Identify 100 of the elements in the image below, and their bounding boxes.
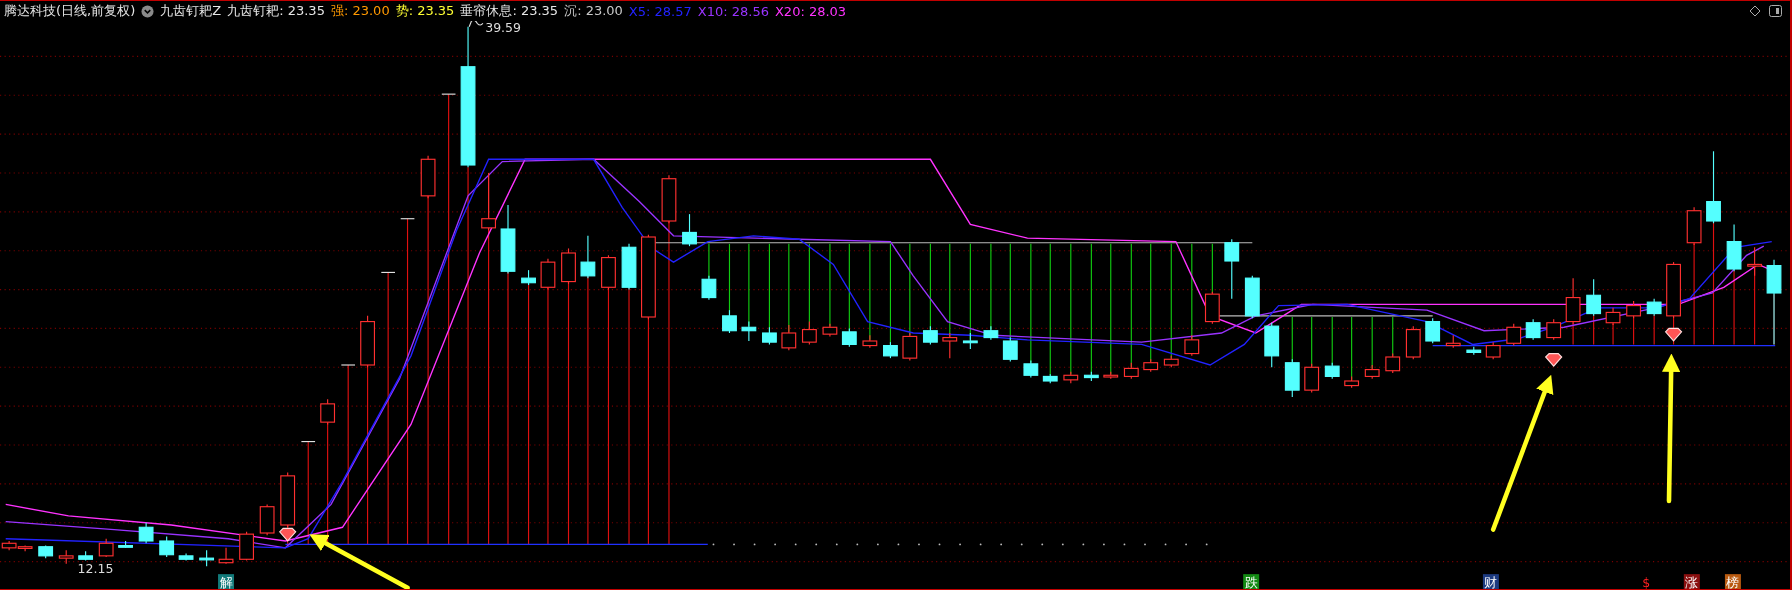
event-marker[interactable]: 榜	[1724, 574, 1741, 589]
diamond-icon[interactable]	[1749, 5, 1761, 17]
candlestick	[922, 325, 938, 345]
candlestick	[1726, 223, 1742, 272]
candlestick	[1344, 375, 1360, 389]
indicator-value: X20: 28.03	[774, 3, 847, 19]
indicator-bar	[1593, 314, 1595, 345]
candlestick	[1063, 371, 1079, 384]
candlestick	[1023, 359, 1039, 379]
candlestick	[500, 204, 516, 275]
candlestick	[1385, 353, 1401, 374]
candlestick	[1525, 318, 1541, 341]
candlestick	[822, 323, 838, 337]
candlestick	[320, 398, 336, 425]
candlestick	[580, 235, 596, 279]
candlestick	[1002, 337, 1018, 363]
candlestick	[1405, 325, 1421, 360]
candlestick	[962, 332, 978, 350]
candlestick	[280, 471, 296, 528]
candlestick	[621, 243, 637, 291]
candlestick	[239, 531, 254, 561]
candlestick	[983, 325, 999, 341]
event-marker[interactable]: 跌	[1243, 574, 1260, 589]
candlestick	[481, 172, 496, 231]
low-price-label: 12.15	[77, 561, 114, 576]
indicator-bar	[1392, 316, 1394, 357]
candlestick	[218, 547, 234, 565]
candlestick	[741, 321, 757, 342]
indicator-bar	[1211, 243, 1213, 294]
event-marker[interactable]: 涨	[1683, 574, 1700, 589]
indicator-cap	[441, 93, 457, 95]
indicator-value: 势: 23.35	[395, 2, 455, 20]
gem-icon	[1664, 327, 1683, 342]
candlestick	[1324, 362, 1340, 380]
candlestick	[138, 522, 154, 544]
candlestick	[1364, 364, 1380, 380]
candlestick	[1445, 334, 1461, 349]
candlestick	[1546, 318, 1562, 341]
indicator-value: 沉: 23.00	[564, 2, 623, 20]
candlestick	[1747, 246, 1763, 277]
candlestick	[841, 327, 857, 348]
candlestick	[1163, 355, 1179, 368]
candlestick	[1506, 323, 1522, 347]
candlestick	[1042, 373, 1058, 384]
indicator-value: X5: 28.57	[628, 3, 692, 19]
candlestick	[801, 321, 817, 345]
event-marker[interactable]: 解	[218, 574, 234, 589]
candlestick	[420, 155, 436, 199]
indicator-bar	[1653, 314, 1655, 345]
candlestick	[781, 324, 797, 351]
indicator-bar	[1612, 323, 1614, 345]
event-marker[interactable]: $	[1642, 574, 1651, 589]
candlestick	[1565, 277, 1581, 325]
candlestick	[540, 258, 556, 291]
candlestick	[1626, 300, 1641, 319]
panel-toggle-icon[interactable]	[1769, 5, 1782, 17]
candlestick	[360, 315, 375, 368]
candlestick	[883, 341, 898, 359]
candlestick	[1284, 358, 1300, 398]
candlestick	[682, 213, 697, 247]
candlestick	[1244, 275, 1260, 319]
event-marker[interactable]: 财	[1482, 574, 1499, 589]
chevron-down-icon[interactable]	[141, 4, 155, 18]
candlestick	[58, 549, 74, 565]
candlestick	[1646, 298, 1662, 317]
indicator-bar	[1331, 316, 1333, 366]
indicator-bar	[1311, 316, 1313, 367]
candlestick	[762, 326, 777, 345]
indicator-cap	[340, 364, 356, 366]
indicator-cap	[400, 218, 415, 220]
candlestick	[1264, 322, 1280, 368]
indicator-bar	[1572, 322, 1574, 345]
candlestick	[98, 538, 114, 558]
candlestick	[1143, 358, 1159, 373]
candlestick	[38, 545, 54, 559]
candlestick	[722, 309, 737, 334]
indicator-bar	[708, 243, 710, 279]
candlestick	[1184, 334, 1200, 357]
candlestick	[1586, 278, 1602, 317]
candlestick	[159, 535, 175, 558]
indicator-value: 垂帘休息: 23.35	[460, 2, 559, 20]
indicator-bar	[1673, 316, 1675, 345]
gem-icon	[1544, 353, 1563, 367]
candlestick	[1425, 317, 1441, 344]
candlestick	[1304, 363, 1320, 393]
stock-title: 腾达科技(日线,前复权)	[4, 2, 136, 20]
candlestick	[902, 332, 918, 361]
high-price-label: 39.59	[468, 21, 522, 36]
indicator-value: 九齿钉耙: 23.35	[227, 2, 325, 20]
candlestick	[1666, 261, 1681, 319]
indicator-cap	[300, 441, 316, 443]
indicator-name: 九齿钉耙Z	[160, 2, 222, 20]
candlestick	[862, 334, 878, 349]
indicator-value: X10: 28.56	[697, 3, 769, 19]
candlestick	[1123, 362, 1139, 380]
candlestick	[1485, 341, 1501, 360]
candlestick	[521, 269, 536, 286]
candlestick	[1224, 238, 1240, 300]
candlestick	[701, 275, 717, 301]
candlestick	[1204, 291, 1220, 325]
